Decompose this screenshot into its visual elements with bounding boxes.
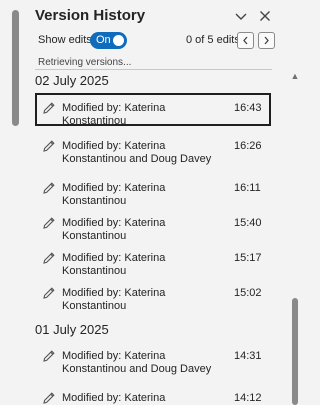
pencil-icon: [42, 251, 56, 265]
chevron-down-icon[interactable]: [233, 8, 249, 24]
date-header: 02 July 2025: [35, 73, 109, 88]
entry-author: Modified by: Katerina Konstantinou: [62, 102, 166, 127]
previous-edit-button[interactable]: [237, 32, 254, 49]
entry-time: 14:31: [234, 350, 262, 362]
scroll-up-arrow-icon[interactable]: ▲: [290, 71, 300, 81]
pane-header: Version History: [35, 6, 275, 28]
version-list: 02 July 2025 Modified by: Katerina Konst…: [35, 70, 271, 405]
pencil-icon: [42, 181, 56, 195]
toolbar: Show edits On 0 of 5 edits: [38, 31, 275, 51]
entry-author: Modified by: Katerina Konstantinou: [62, 182, 166, 207]
version-entry[interactable]: Modified by: Katerina Konstantinou 16:43: [35, 93, 271, 127]
pencil-icon: [42, 139, 56, 153]
entry-author: Modified by: Katerina Konstantinou and D…: [62, 140, 212, 165]
entry-time: 16:43: [234, 102, 262, 114]
date-header: 01 July 2025: [35, 322, 109, 337]
entry-time: 14:12: [234, 392, 262, 404]
edit-counter: 0 of 5 edits: [186, 34, 240, 46]
version-entry[interactable]: Modified by: Katerina Konstantinou and D…: [35, 341, 271, 375]
pencil-icon: [42, 216, 56, 230]
version-history-pane: Version History Show edits On 0 of 5 edi…: [28, 0, 299, 405]
version-entry[interactable]: Modified by: Katerina Konstantinou and D…: [35, 131, 271, 165]
pencil-icon: [42, 391, 56, 405]
entry-author: Modified by: Katerina Konstantinou: [62, 392, 166, 404]
pencil-icon: [42, 286, 56, 300]
version-entry[interactable]: Modified by: Katerina Konstantinou 15:40: [35, 208, 271, 242]
entry-author: Modified by: Katerina Konstantinou: [62, 252, 166, 277]
version-entry[interactable]: Modified by: Katerina Konstantinou 14:12: [35, 383, 271, 405]
entry-time: 16:11: [234, 182, 261, 194]
toggle-state-text: On: [96, 34, 111, 46]
pane-title: Version History: [35, 7, 146, 24]
entry-time: 15:17: [234, 252, 262, 264]
entry-time: 15:02: [234, 287, 262, 299]
next-edit-button[interactable]: [258, 32, 275, 49]
toggle-knob: [113, 35, 124, 46]
close-icon[interactable]: [257, 8, 273, 24]
entry-author: Modified by: Katerina Konstantinou: [62, 217, 166, 242]
chevron-right-icon: [264, 36, 269, 45]
version-entry[interactable]: Modified by: Katerina Konstantinou 16:11: [35, 173, 271, 207]
version-entry[interactable]: Modified by: Katerina Konstantinou 15:17: [35, 243, 271, 277]
version-entry[interactable]: Modified by: Katerina Konstantinou 15:02: [35, 278, 271, 312]
pencil-icon: [42, 101, 56, 115]
right-scrollbar-thumb[interactable]: [292, 298, 298, 405]
show-edits-toggle[interactable]: On: [90, 32, 127, 49]
entry-time: 15:40: [234, 217, 262, 229]
chevron-left-icon: [243, 36, 248, 45]
entry-time: 16:26: [234, 140, 262, 152]
loading-status: Retrieving versions...: [38, 57, 132, 68]
entry-author: Modified by: Katerina Konstantinou: [62, 287, 166, 312]
entry-author: Modified by: Katerina Konstantinou and D…: [62, 350, 212, 375]
left-scrollbar-thumb[interactable]: [12, 10, 19, 126]
show-edits-label: Show edits: [38, 34, 92, 46]
pencil-icon: [42, 349, 56, 363]
